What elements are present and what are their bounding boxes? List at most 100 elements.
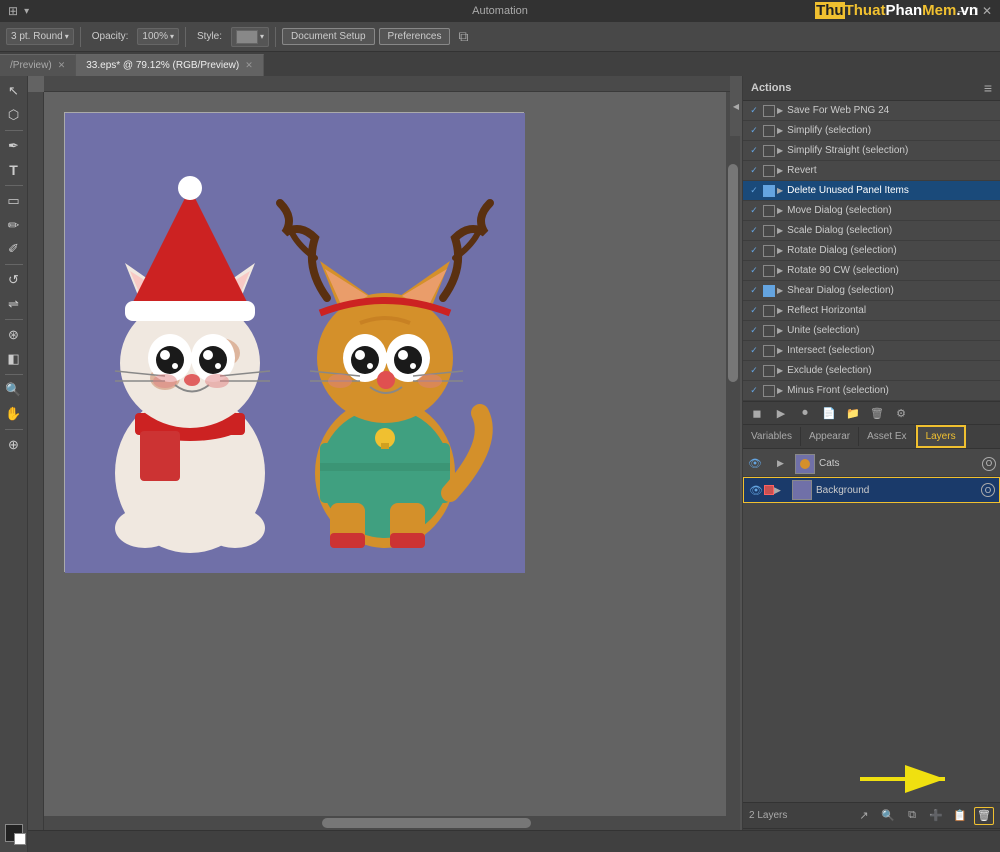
layer-expand-arrow[interactable]: ▶ xyxy=(777,458,791,469)
artwork-canvas xyxy=(64,112,524,572)
action-name: Simplify (selection) xyxy=(787,125,996,136)
canvas-content[interactable] xyxy=(44,92,740,830)
action-row[interactable]: ✓▶Scale Dialog (selection) xyxy=(743,221,1000,241)
gradient-tool[interactable]: ◧ xyxy=(3,348,25,370)
action-row[interactable]: ✓▶Reflect Horizontal xyxy=(743,301,1000,321)
app-menu[interactable]: ▾ xyxy=(24,6,29,17)
new-action-btn[interactable]: 📄 xyxy=(819,404,839,422)
watermark-phan: Phan xyxy=(885,2,922,19)
actions-toolbar: ◼ ▶ ⏺ 📄 📁 🗑 ⚙ xyxy=(743,401,1000,424)
action-row[interactable]: ✓▶Exclude (selection) xyxy=(743,361,1000,381)
paintbrush-tool[interactable]: ✏ xyxy=(3,214,25,236)
action-row[interactable]: ✓▶Simplify Straight (selection) xyxy=(743,141,1000,161)
watermark-vn: .vn xyxy=(956,2,978,19)
selection-tool[interactable]: ↖ xyxy=(3,80,25,102)
fill-color[interactable] xyxy=(5,824,23,842)
make-clipping-mask-btn[interactable]: ↗ xyxy=(854,807,874,825)
layer-expand-arrow[interactable]: ▶ xyxy=(774,485,788,496)
document-setup-button[interactable]: Document Setup xyxy=(282,28,375,45)
layer-lock-icon[interactable] xyxy=(764,485,774,495)
layer-target-circle[interactable]: O xyxy=(982,457,996,471)
action-row[interactable]: ✓▶Revert xyxy=(743,161,1000,181)
toolbar-sep-2 xyxy=(185,27,186,47)
action-row[interactable]: ✓▶Simplify (selection) xyxy=(743,121,1000,141)
action-row[interactable]: ✓▶Delete Unused Panel Items xyxy=(743,181,1000,201)
action-row[interactable]: ✓▶Unite (selection) xyxy=(743,321,1000,341)
horizontal-scrollbar[interactable] xyxy=(44,816,740,830)
panel-collapse-handle[interactable]: ◀ xyxy=(730,76,742,136)
action-row[interactable]: ✓▶Move Dialog (selection) xyxy=(743,201,1000,221)
layer-visibility-icon[interactable]: 👁 xyxy=(747,456,763,472)
action-row[interactable]: ✓▶Rotate Dialog (selection) xyxy=(743,241,1000,261)
action-expand-arrow: ▶ xyxy=(777,106,783,115)
action-box xyxy=(763,285,775,297)
vertical-scrollbar[interactable] xyxy=(726,92,740,816)
action-row[interactable]: ✓▶Minus Front (selection) xyxy=(743,381,1000,401)
new-set-btn[interactable]: 📁 xyxy=(843,404,863,422)
more-tools[interactable]: ⊕ xyxy=(3,434,25,456)
record-btn[interactable]: ⏺ xyxy=(795,404,815,422)
pencil-tool[interactable]: ✐ xyxy=(3,238,25,260)
new-layer-btn[interactable]: ➕ xyxy=(926,807,946,825)
direct-select-tool[interactable]: ⬡ xyxy=(3,104,25,126)
action-box xyxy=(763,105,775,117)
layer-row[interactable]: 👁▶BackgroundO xyxy=(743,477,1000,503)
action-row[interactable]: ✓▶Shear Dialog (selection) xyxy=(743,281,1000,301)
mirror-tool[interactable]: ⇌ xyxy=(3,293,25,315)
tab-active[interactable]: 33.eps* @ 79.12% (RGB/Preview) ✕ xyxy=(76,54,264,76)
action-check-icon: ✓ xyxy=(747,244,761,258)
shape-tool[interactable]: ▭ xyxy=(3,190,25,212)
style-selector[interactable]: ▾ xyxy=(231,27,269,47)
action-check-icon: ✓ xyxy=(747,344,761,358)
pen-tool[interactable]: ✒ xyxy=(3,135,25,157)
tab-label-2: 33.eps* @ 79.12% (RGB/Preview) xyxy=(86,60,239,71)
action-box xyxy=(763,185,775,197)
action-box xyxy=(763,345,775,357)
action-row[interactable]: ✓▶Save For Web PNG 24 xyxy=(743,101,1000,121)
hand-tool[interactable]: ✋ xyxy=(3,403,25,425)
close-btn[interactable]: ✕ xyxy=(982,4,992,18)
annotation-arrow xyxy=(850,754,970,804)
arrange-icon[interactable]: ⧉ xyxy=(458,28,468,45)
tab-close-1[interactable]: ✕ xyxy=(58,60,66,71)
dup-layer-btn[interactable]: 📋 xyxy=(950,807,970,825)
action-check-icon: ✓ xyxy=(747,264,761,278)
panel-tab-appearar[interactable]: Appearar xyxy=(801,427,859,446)
layer-visibility-icon[interactable]: 👁 xyxy=(748,482,764,498)
opacity-selector[interactable]: 100% ▾ xyxy=(137,28,179,45)
action-expand-arrow: ▶ xyxy=(777,246,783,255)
style-label: Style: xyxy=(192,28,227,45)
play-btn[interactable]: ▶ xyxy=(771,404,791,422)
rotate-tool[interactable]: ↺ xyxy=(3,269,25,291)
zoom-tool[interactable]: 🔍 xyxy=(3,379,25,401)
locate-object-btn[interactable]: 🔍 xyxy=(878,807,898,825)
tab-preview[interactable]: /Preview) ✕ xyxy=(0,54,76,76)
layer-row[interactable]: 👁▶CatsO xyxy=(743,451,1000,477)
delete-action-btn[interactable]: 🗑 xyxy=(867,404,887,422)
v-scroll-thumb[interactable] xyxy=(728,164,738,381)
layer-lock-icon[interactable] xyxy=(763,457,777,471)
watermark-thu: Thu xyxy=(815,2,845,19)
stroke-color[interactable] xyxy=(14,833,26,845)
h-scroll-thumb[interactable] xyxy=(322,818,531,828)
type-tool[interactable]: T xyxy=(3,159,25,181)
action-expand-arrow: ▶ xyxy=(777,206,783,215)
tab-close-2[interactable]: ✕ xyxy=(245,60,253,71)
panel-tab-variables[interactable]: Variables xyxy=(743,427,801,446)
preferences-button[interactable]: Preferences xyxy=(379,28,451,45)
tool-sep-4 xyxy=(5,319,23,320)
action-options-btn[interactable]: ⚙ xyxy=(891,404,911,422)
actions-menu-btn[interactable]: ≡ xyxy=(984,80,992,96)
action-check-icon: ✓ xyxy=(747,124,761,138)
stop-btn[interactable]: ◼ xyxy=(747,404,767,422)
collect-btn[interactable]: ⧉ xyxy=(902,807,922,825)
delete-layer-btn[interactable]: 🗑 xyxy=(974,807,994,825)
blend-tool[interactable]: ⊛ xyxy=(3,324,25,346)
panel-tab-asset-ex[interactable]: Asset Ex xyxy=(859,427,915,446)
action-expand-arrow: ▶ xyxy=(777,326,783,335)
action-row[interactable]: ✓▶Rotate 90 CW (selection) xyxy=(743,261,1000,281)
panel-tab-layers[interactable]: Layers xyxy=(916,425,966,448)
layer-target-circle[interactable]: O xyxy=(981,483,995,497)
action-row[interactable]: ✓▶Intersect (selection) xyxy=(743,341,1000,361)
brush-size-selector[interactable]: 3 pt. Round ▾ xyxy=(6,28,74,45)
